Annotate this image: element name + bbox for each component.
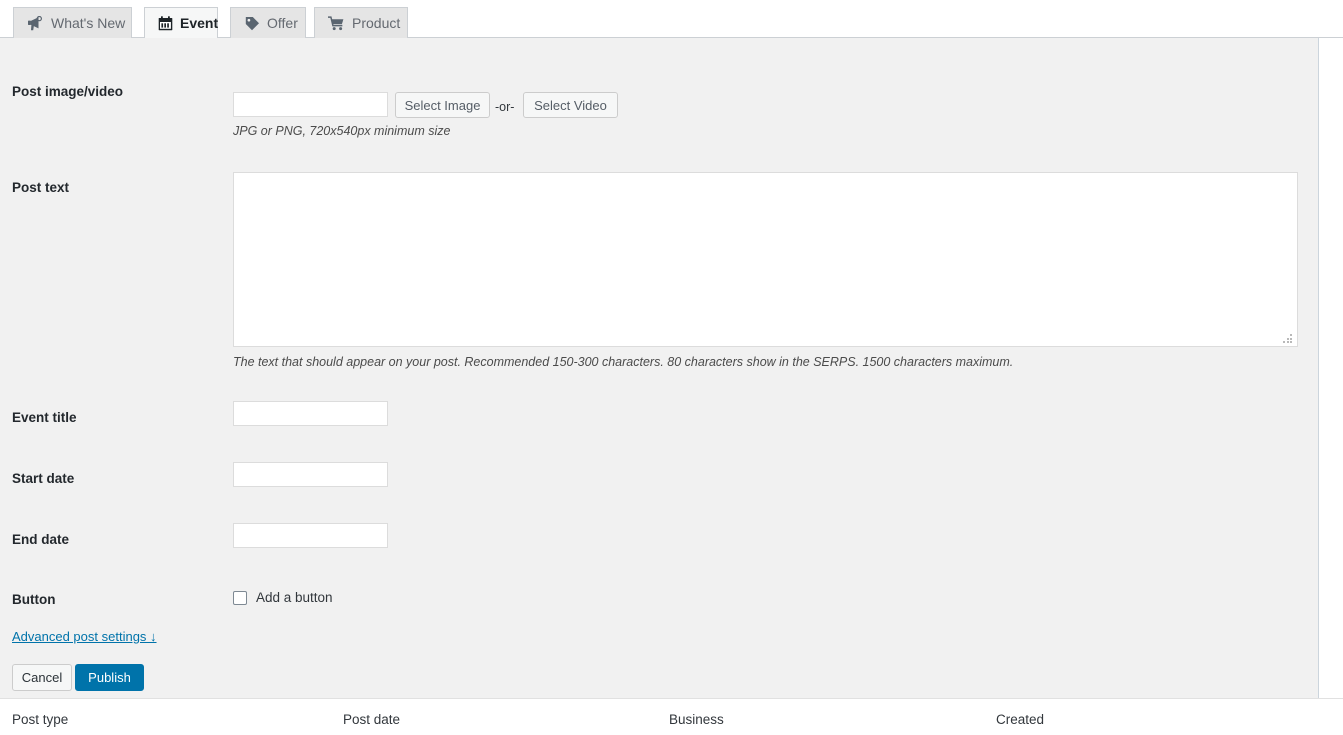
button-row-label: Button (12, 592, 56, 607)
post-type-tab-strip: What's New Event Offer Product (0, 0, 1343, 38)
tab-offer[interactable]: Offer (230, 7, 306, 38)
post-image-input[interactable] (233, 92, 388, 117)
table-header-post-date[interactable]: Post date (343, 712, 400, 727)
post-image-help-text: JPG or PNG, 720x540px minimum size (233, 124, 451, 138)
table-header-post-type[interactable]: Post type (12, 712, 68, 727)
tag-icon (244, 16, 260, 31)
tab-product-label: Product (352, 15, 401, 31)
post-image-video-label: Post image/video (12, 84, 124, 99)
tab-event[interactable]: Event (144, 7, 218, 38)
add-a-button-label: Add a button (256, 590, 333, 605)
megaphone-icon (27, 15, 44, 31)
start-date-input[interactable] (233, 462, 388, 487)
tab-offer-label: Offer (267, 15, 298, 31)
posts-table: Post type Post date Business Created (0, 698, 1343, 735)
tab-event-label: Event (180, 15, 219, 31)
post-text-label: Post text (12, 180, 70, 195)
tab-whats-new[interactable]: What's New (13, 7, 132, 38)
select-image-button[interactable]: Select Image (395, 92, 490, 118)
select-video-button[interactable]: Select Video (523, 92, 618, 118)
shopping-cart-icon (328, 15, 345, 31)
start-date-label: Start date (12, 471, 75, 486)
end-date-label: End date (12, 532, 70, 547)
post-text-textarea[interactable] (233, 172, 1298, 347)
add-a-button-checkbox-row[interactable]: Add a button (233, 590, 333, 605)
end-date-input[interactable] (233, 523, 388, 548)
post-text-help-text: The text that should appear on your post… (233, 355, 1014, 369)
advanced-post-settings-link[interactable]: Advanced post settings ↓ (12, 629, 157, 644)
or-separator-label: -or- (495, 100, 515, 114)
tab-product[interactable]: Product (314, 7, 408, 38)
table-header-business[interactable]: Business (669, 712, 724, 727)
table-header-created[interactable]: Created (996, 712, 1044, 727)
post-editor-form: Post image/video Select Image -or- Selec… (0, 38, 1319, 698)
event-title-input[interactable] (233, 401, 388, 426)
event-title-label: Event title (12, 410, 77, 425)
cancel-button[interactable]: Cancel (12, 664, 72, 691)
publish-button[interactable]: Publish (75, 664, 144, 691)
add-a-button-checkbox[interactable] (233, 590, 247, 605)
tab-whats-new-label: What's New (51, 15, 126, 31)
calendar-icon (158, 15, 173, 31)
